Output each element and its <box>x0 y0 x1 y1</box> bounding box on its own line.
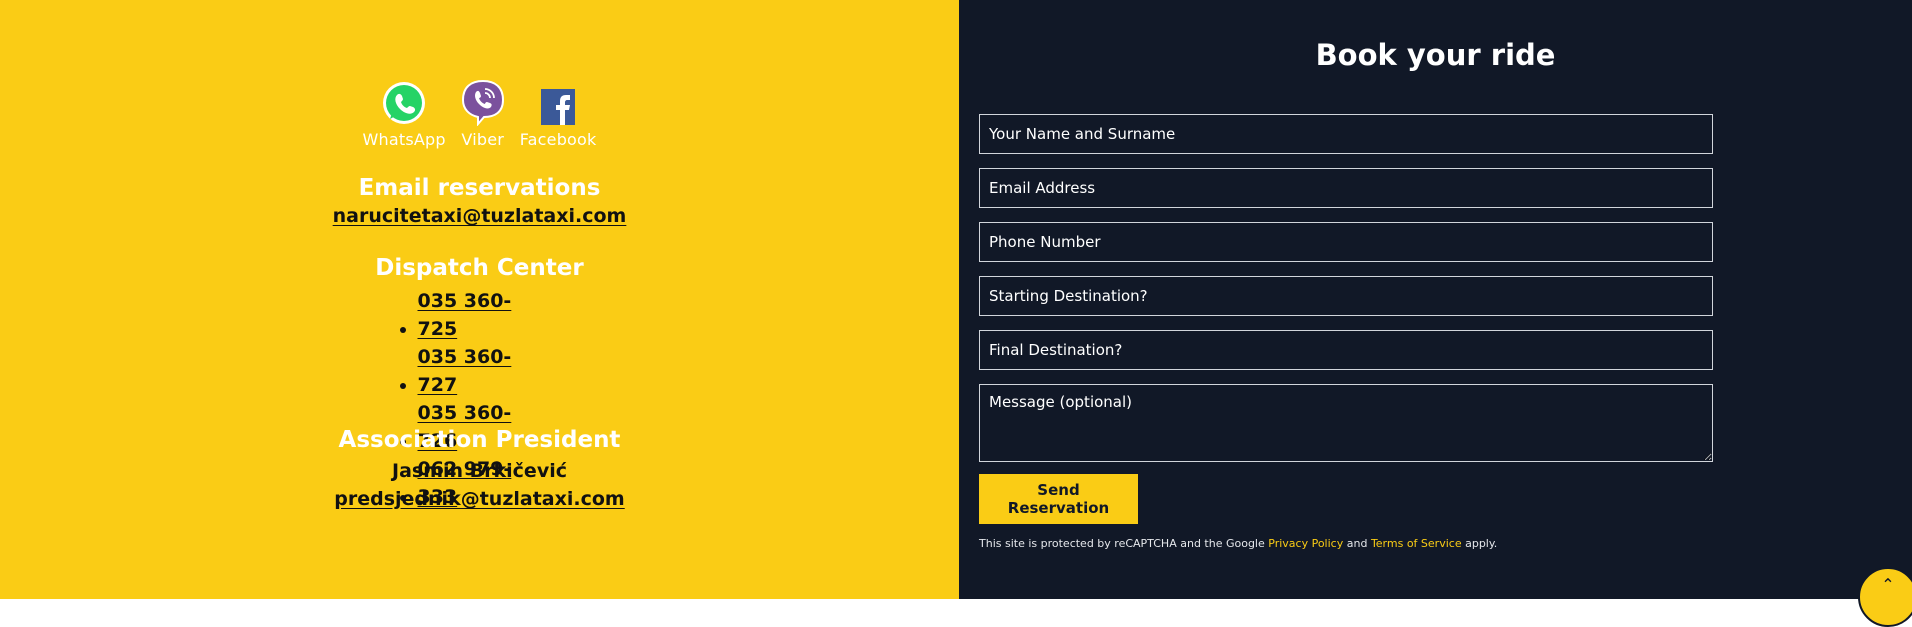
phone-field[interactable] <box>979 222 1713 262</box>
recaptcha-and: and <box>1346 537 1368 550</box>
scroll-to-top-button[interactable]: ⌃ <box>1858 567 1912 627</box>
president-section: Association President Jasmin Brkičević p… <box>0 427 959 510</box>
chevron-up-icon: ⌃ <box>1881 575 1895 594</box>
facebook-link[interactable]: Facebook <box>520 78 597 149</box>
facebook-icon <box>540 78 576 126</box>
email-reservations-section: Email reservations narucitetaxi@tuzlatax… <box>0 175 959 227</box>
reservation-email-link[interactable]: narucitetaxi@tuzlataxi.com <box>333 205 627 227</box>
terms-of-service-link[interactable]: Terms of Service <box>1371 537 1462 550</box>
phone-item: 035 360-725 <box>418 287 542 343</box>
privacy-policy-link[interactable]: Privacy Policy <box>1268 537 1343 550</box>
viber-label: Viber <box>461 130 505 149</box>
recaptcha-prefix: This site is protected by reCAPTCHA and … <box>979 537 1265 550</box>
message-field[interactable] <box>979 384 1713 462</box>
whatsapp-link[interactable]: WhatsApp <box>362 78 446 149</box>
whatsapp-label: WhatsApp <box>362 130 446 149</box>
facebook-label: Facebook <box>519 130 597 149</box>
viber-icon <box>460 78 506 126</box>
recaptcha-notice: This site is protected by reCAPTCHA and … <box>979 537 1497 550</box>
form-title: Book your ride <box>1315 38 1556 72</box>
starting-destination-field[interactable] <box>979 276 1713 316</box>
send-reservation-button[interactable]: Send Reservation <box>979 474 1138 524</box>
contact-panel: WhatsApp Viber Facebook Email reservatio… <box>0 0 959 599</box>
dispatch-heading: Dispatch Center <box>375 255 584 281</box>
email-field[interactable] <box>979 168 1713 208</box>
email-reservations-heading: Email reservations <box>358 175 601 201</box>
recaptcha-suffix: apply. <box>1465 537 1498 550</box>
booking-panel: Book your ride Send Reservation This sit… <box>959 0 1912 627</box>
president-heading: Association President <box>338 427 621 453</box>
viber-link[interactable]: Viber <box>460 78 506 149</box>
president-name: Jasmin Brkičević <box>392 460 567 482</box>
president-email-link[interactable]: predsjednik@tuzlataxi.com <box>334 488 624 510</box>
whatsapp-icon <box>381 78 427 126</box>
name-field[interactable] <box>979 114 1713 154</box>
phone-link[interactable]: 035 360-727 <box>418 343 542 399</box>
phone-link[interactable]: 035 360-725 <box>418 287 542 343</box>
social-links: WhatsApp Viber Facebook <box>0 78 959 149</box>
final-destination-field[interactable] <box>979 330 1713 370</box>
phone-item: 035 360-727 <box>418 343 542 399</box>
